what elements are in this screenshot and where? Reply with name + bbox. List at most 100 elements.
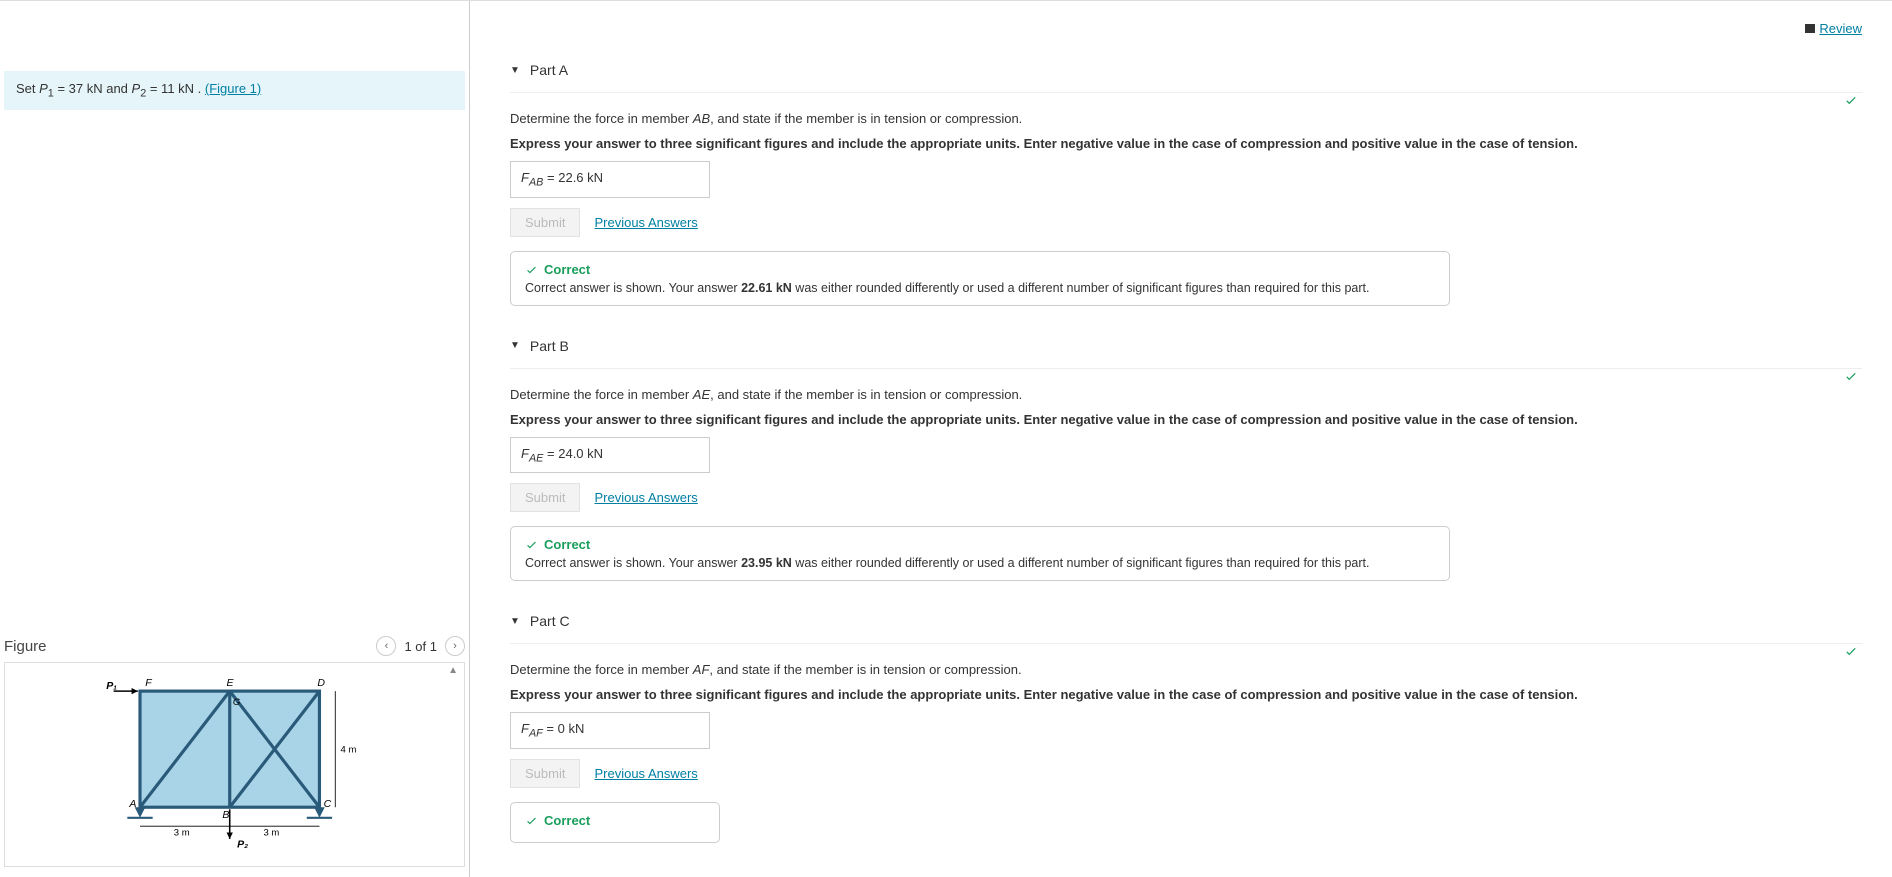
pb-fb-ua: 23.95 kN	[741, 556, 792, 570]
scroll-up-icon[interactable]: ▲	[448, 665, 458, 676]
left-panel: Set P1 = 37 kN and P2 = 11 kN . (Figure …	[0, 1, 470, 877]
part-a-status	[510, 93, 1862, 111]
part-c-header[interactable]: ▼ Part C	[510, 603, 1862, 637]
part-c-title: Part C	[530, 613, 570, 629]
problem-text: Set P1 = 37 kN and P2 = 11 kN . (Figure …	[16, 81, 261, 96]
check-icon	[525, 538, 538, 551]
part-b-buttons: Submit Previous Answers	[510, 483, 1862, 512]
part-b-prompt: Determine the force in member AE, and st…	[510, 387, 1862, 402]
p2-val: = 11 kN .	[146, 81, 205, 96]
pa-eq: =	[543, 170, 558, 185]
check-icon	[525, 814, 538, 827]
part-c-prev-answers-link[interactable]: Previous Answers	[594, 766, 697, 781]
figure-nav: ‹ 1 of 1 ›	[376, 636, 465, 656]
pa-fb-text: Correct answer is shown. Your answer 22.…	[525, 281, 1435, 295]
pa-fb-title-row: Correct	[525, 262, 1435, 277]
part-b-submit-button[interactable]: Submit	[510, 483, 580, 512]
part-b-header[interactable]: ▼ Part B	[510, 328, 1862, 362]
part-a-prev-answers-link[interactable]: Previous Answers	[594, 215, 697, 230]
pa-fb-ua: 22.61 kN	[741, 281, 792, 295]
pa-fb-title: Correct	[544, 262, 590, 277]
pb-fb-pre: Correct answer is shown. Your answer	[525, 556, 741, 570]
pa-fb-post: was either rounded differently or used a…	[792, 281, 1370, 295]
p2-sym: P	[132, 81, 141, 96]
caret-down-icon: ▼	[510, 65, 520, 76]
pc-member: AF	[693, 662, 710, 677]
part-b-instructions: Express your answer to three significant…	[510, 412, 1862, 427]
caret-down-icon: ▼	[510, 616, 520, 627]
part-a-header[interactable]: ▼ Part A	[510, 52, 1862, 86]
set-prefix: Set	[16, 81, 39, 96]
part-b-answer-box[interactable]: FAE = 24.0 kN	[510, 437, 710, 474]
figure-prev-button[interactable]: ‹	[376, 636, 396, 656]
part-b-feedback: Correct Correct answer is shown. Your an…	[510, 526, 1450, 581]
pc-ans: 0 kN	[558, 721, 585, 736]
check-icon	[1844, 644, 1858, 658]
pc-eq: =	[543, 721, 558, 736]
pa-pre: Determine the force in member	[510, 111, 693, 126]
check-icon	[525, 263, 538, 276]
pb-flabel: F	[521, 446, 529, 461]
figure-counter: 1 of 1	[404, 639, 437, 654]
pb-fb-title: Correct	[544, 537, 590, 552]
part-c-submit-button[interactable]: Submit	[510, 759, 580, 788]
caret-down-icon: ▼	[510, 340, 520, 351]
part-c-body: Determine the force in member AF, and st…	[510, 662, 1862, 843]
part-a-buttons: Submit Previous Answers	[510, 208, 1862, 237]
lbl-A: A	[128, 798, 136, 810]
lbl-B: B	[222, 808, 229, 820]
dim-4m: 4 m	[340, 744, 356, 755]
pb-member: AE	[693, 387, 710, 402]
part-c-prompt: Determine the force in member AF, and st…	[510, 662, 1862, 677]
part-c-buttons: Submit Previous Answers	[510, 759, 1862, 788]
part-c-instructions: Express your answer to three significant…	[510, 687, 1862, 702]
check-icon	[1844, 93, 1858, 107]
figure-title: Figure	[4, 638, 47, 655]
part-a-answer-box[interactable]: FAB = 22.6 kN	[510, 161, 710, 198]
pc-fb-title-row: Correct	[525, 813, 705, 828]
pa-fsub: AB	[529, 177, 543, 189]
lbl-D: D	[317, 676, 325, 688]
dim-3m-b: 3 m	[263, 827, 279, 838]
part-b-status	[510, 369, 1862, 387]
lbl-F: F	[145, 676, 152, 688]
lbl-P1: P₁	[106, 680, 117, 692]
part-a-submit-button[interactable]: Submit	[510, 208, 580, 237]
problem-statement: Set P1 = 37 kN and P2 = 11 kN . (Figure …	[4, 71, 465, 110]
part-a-feedback: Correct Correct answer is shown. Your an…	[510, 251, 1450, 306]
dim-3m-a: 3 m	[173, 827, 189, 838]
pb-fb-post: was either rounded differently or used a…	[792, 556, 1370, 570]
figure-canvas: ▲	[4, 662, 465, 867]
part-c-answer-box[interactable]: FAF = 0 kN	[510, 712, 710, 749]
lbl-G: G	[232, 696, 239, 707]
pa-post: , and state if the member is in tension …	[710, 111, 1022, 126]
pb-eq: =	[543, 446, 558, 461]
lbl-C: C	[323, 798, 331, 810]
review-label: Review	[1819, 21, 1862, 36]
top-row: Review	[510, 11, 1862, 46]
part-a-title: Part A	[530, 62, 568, 78]
figure-link[interactable]: (Figure 1)	[205, 81, 261, 96]
truss-svg: P₁ F E D G A B C P₂ 3 m 3 m 4 m	[85, 670, 385, 860]
lbl-P2: P₂	[237, 838, 248, 850]
pa-flabel: F	[521, 170, 529, 185]
app-container: Set P1 = 37 kN and P2 = 11 kN . (Figure …	[0, 0, 1892, 877]
pc-post: , and state if the member is in tension …	[709, 662, 1021, 677]
part-a-prompt: Determine the force in member AB, and st…	[510, 111, 1862, 126]
lbl-E: E	[226, 676, 234, 688]
figure-next-button[interactable]: ›	[445, 636, 465, 656]
pb-pre: Determine the force in member	[510, 387, 693, 402]
pc-fb-title: Correct	[544, 813, 590, 828]
part-b-prev-answers-link[interactable]: Previous Answers	[594, 490, 697, 505]
part-b-body: Determine the force in member AE, and st…	[510, 387, 1862, 582]
check-icon	[1844, 369, 1858, 383]
pa-fb-pre: Correct answer is shown. Your answer	[525, 281, 741, 295]
review-icon	[1805, 24, 1815, 33]
review-link[interactable]: Review	[1805, 21, 1862, 36]
figure-section: Figure ‹ 1 of 1 › ▲	[0, 630, 469, 877]
part-c-feedback: Correct	[510, 802, 720, 843]
part-b-title: Part B	[530, 338, 569, 354]
pb-fb-text: Correct answer is shown. Your answer 23.…	[525, 556, 1435, 570]
pb-ans: 24.0 kN	[558, 446, 603, 461]
part-c-status	[510, 644, 1862, 662]
